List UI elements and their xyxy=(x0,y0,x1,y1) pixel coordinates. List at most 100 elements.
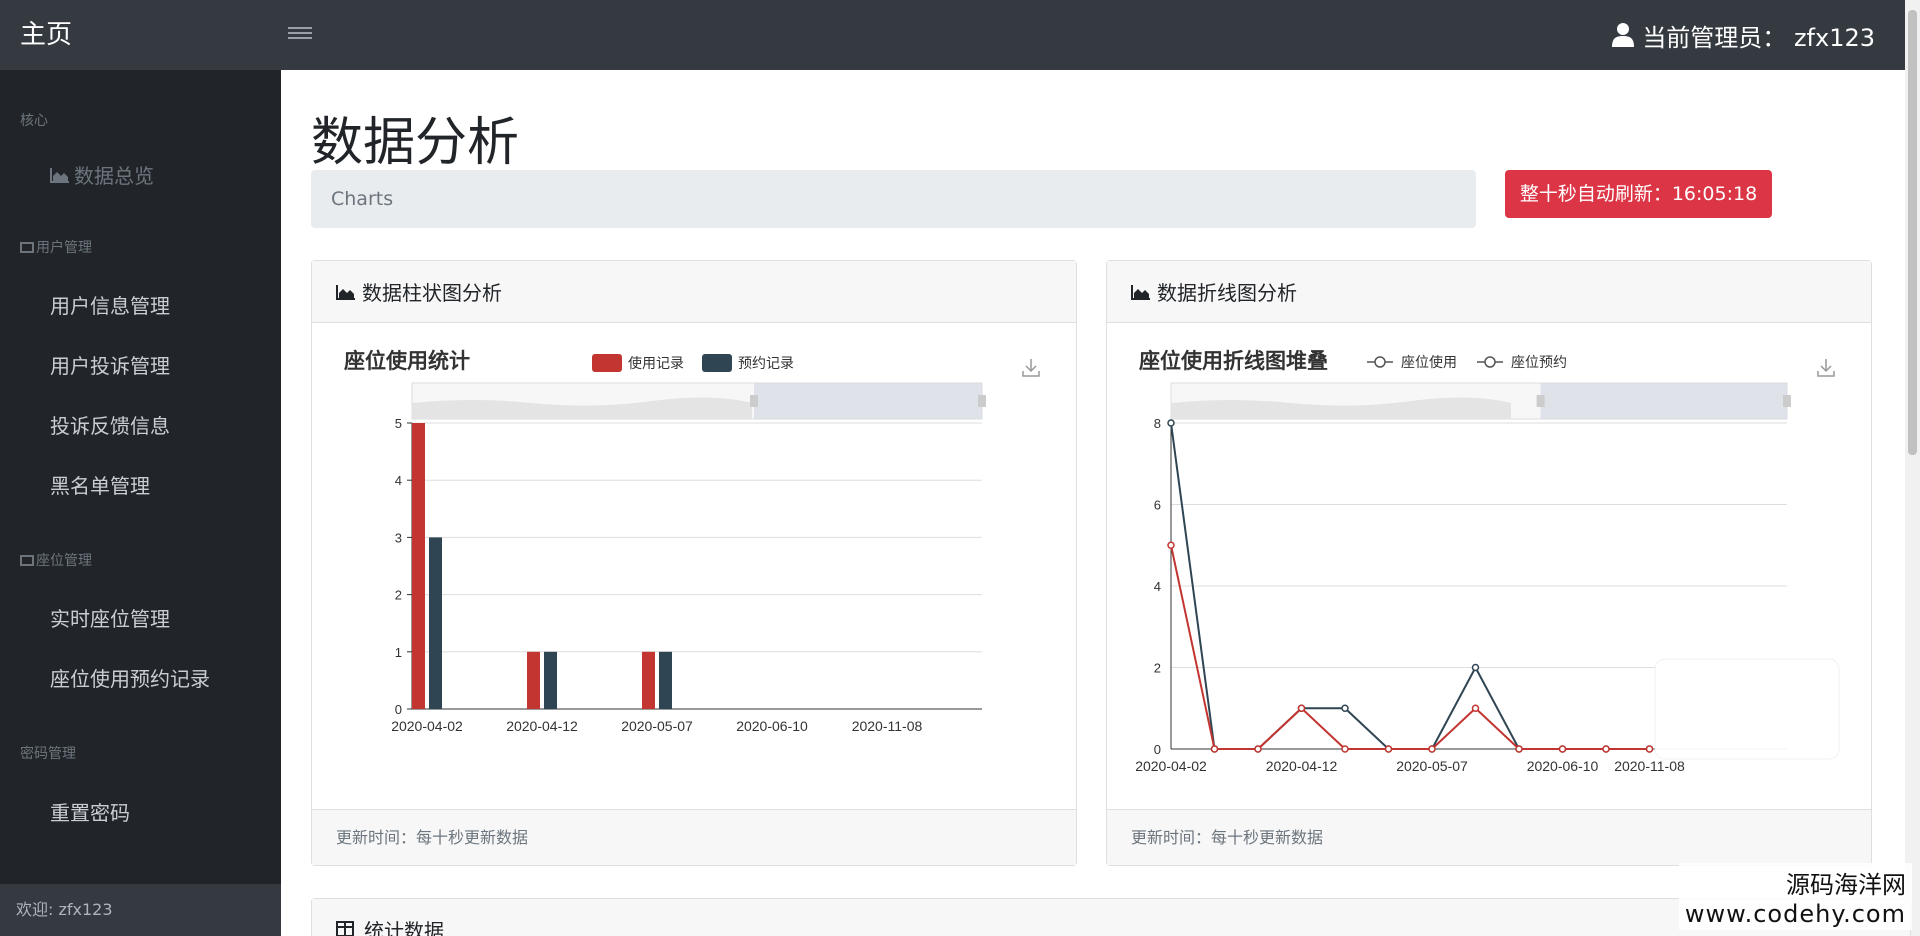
main-content: 数据分析 Charts 整十秒自动刷新：16:05:18 数据柱状图分析 座位使… xyxy=(281,70,1911,936)
card-header: 数据折线图分析 xyxy=(1107,261,1871,323)
sidebar-item-reset-password[interactable]: 重置密码 xyxy=(50,797,130,826)
legend-label: 座位使用 xyxy=(1401,354,1457,370)
columns-icon xyxy=(20,554,34,566)
x-tick-label: 2020-05-07 xyxy=(1396,758,1468,774)
area-chart-icon xyxy=(336,284,355,300)
y-tick-label: 4 xyxy=(395,473,402,488)
zoom-handle xyxy=(1783,395,1791,407)
admin-label: 当前管理员： zfx123 xyxy=(1642,23,1875,52)
data-point xyxy=(1471,704,1480,712)
data-point xyxy=(1167,541,1175,549)
admin-info[interactable]: 当前管理员： zfx123 xyxy=(1612,0,1875,70)
sidebar-heading-core: 核心 xyxy=(20,113,48,129)
zoom-handle xyxy=(1536,395,1545,407)
card-header: 数据柱状图分析 xyxy=(312,261,1076,323)
columns-icon xyxy=(20,241,34,253)
zoom-handle xyxy=(750,395,758,407)
y-tick-label: 5 xyxy=(395,416,402,431)
data-zoom-slider[interactable] xyxy=(411,382,986,420)
sidebar-heading-users: 用户管理 xyxy=(20,237,92,257)
download-icon[interactable] xyxy=(1817,359,1835,377)
data-point xyxy=(1471,663,1480,672)
data-point xyxy=(1210,745,1219,753)
data-point xyxy=(1558,745,1567,753)
data-point xyxy=(1167,419,1175,427)
y-tick-label: 0 xyxy=(1154,742,1161,757)
data-point xyxy=(1515,745,1523,753)
line-chart-card: 数据折线图分析 座位使用折线图堆叠 座位使用 座位预约 0 2 4 6 8 2020-04-02… xyxy=(1106,260,1872,866)
sidebar-footer: 欢迎: zfx123 xyxy=(0,884,281,936)
data-zoom-slider[interactable] xyxy=(1170,382,1791,420)
sidebar-item-user-info[interactable]: 用户信息管理 xyxy=(50,290,170,319)
y-tick-label: 6 xyxy=(1154,498,1161,513)
y-tick-label: 8 xyxy=(1154,416,1161,431)
y-tick-label: 0 xyxy=(395,702,402,717)
data-point xyxy=(1254,745,1262,753)
page-title: 数据分析 xyxy=(311,113,520,173)
sidebar-toggle-button[interactable] xyxy=(288,24,312,46)
zoom-handle xyxy=(978,395,986,407)
breadcrumb: Charts xyxy=(311,170,1476,228)
sidebar-heading-password: 密码管理 xyxy=(20,746,76,762)
x-tick-label: 2020-04-12 xyxy=(506,718,578,734)
sidebar: 核心 数据总览 用户管理 用户信息管理 用户投诉管理 投诉反馈信息 黑名单管理 … xyxy=(0,70,281,936)
data-point xyxy=(1384,745,1393,753)
data-point xyxy=(1341,745,1349,753)
data-point xyxy=(1297,704,1306,712)
x-tick-label: 2020-05-07 xyxy=(621,718,693,734)
sidebar-item-label: 数据总览 xyxy=(74,164,154,188)
x-tick-label: 2020-06-10 xyxy=(736,718,808,734)
y-tick-label: 3 xyxy=(395,530,402,545)
x-tick-label: 2020-04-02 xyxy=(391,718,463,734)
bar-chart-card: 数据柱状图分析 座位使用统计 使用记录 预约记录 0 1 2 3 4 5 2020-04-02 20… xyxy=(311,260,1077,866)
card-footer: 更新时间：每十秒更新数据 xyxy=(1107,809,1871,865)
sidebar-heading-seats: 座位管理 xyxy=(20,550,92,570)
page-scrollbar[interactable] xyxy=(1905,0,1920,936)
chart-title: 座位使用统计 xyxy=(344,349,470,373)
x-tick-label: 2020-11-08 xyxy=(1614,758,1685,774)
y-tick-label: 2 xyxy=(1154,661,1161,676)
data-point xyxy=(1645,745,1654,753)
bar xyxy=(544,651,557,709)
data-point xyxy=(1428,745,1436,753)
auto-refresh-badge: 整十秒自动刷新：16:05:18 xyxy=(1505,170,1772,218)
sidebar-item-complaint-feedback[interactable]: 投诉反馈信息 xyxy=(50,410,170,439)
x-tick-label: 2020-11-08 xyxy=(852,718,923,734)
bar xyxy=(642,651,655,709)
chart-title: 座位使用折线图堆叠 xyxy=(1139,349,1328,373)
brand-home-link[interactable]: 主页 xyxy=(20,0,72,70)
bar xyxy=(659,651,672,709)
legend-swatch xyxy=(702,354,732,372)
x-tick-label: 2020-04-02 xyxy=(1135,758,1207,774)
bar-chart: 座位使用统计 使用记录 预约记录 0 1 2 3 4 5 2020-04-02 2020-04-12… xyxy=(344,349,1040,734)
x-tick-label: 2020-04-12 xyxy=(1266,758,1338,774)
sidebar-item-blacklist[interactable]: 黑名单管理 xyxy=(50,470,150,499)
bar xyxy=(527,651,540,709)
watermark-line2: www.codehy.com xyxy=(1684,900,1906,928)
x-tick-label: 2020-06-10 xyxy=(1527,758,1599,774)
bar xyxy=(412,423,425,709)
stats-card: 统计数据 xyxy=(311,898,1911,936)
user-icon xyxy=(1612,23,1635,47)
card-header: 统计数据 xyxy=(312,899,1910,936)
sidebar-item-user-complaints[interactable]: 用户投诉管理 xyxy=(50,350,170,379)
y-tick-label: 2 xyxy=(395,588,402,603)
table-icon xyxy=(336,921,354,936)
area-chart-icon xyxy=(50,167,69,183)
watermark: 源码海洋网 www.codehy.com xyxy=(1678,863,1912,930)
sidebar-item-realtime-seats[interactable]: 实时座位管理 xyxy=(50,603,170,632)
legend-label: 座位预约 xyxy=(1511,354,1567,370)
y-tick-label: 4 xyxy=(1154,579,1161,594)
download-icon[interactable] xyxy=(1022,359,1040,377)
sidebar-item-seat-reservations[interactable]: 座位使用预约记录 xyxy=(50,663,210,692)
legend-label: 预约记录 xyxy=(738,355,794,371)
card-footer: 更新时间：每十秒更新数据 xyxy=(312,809,1076,865)
y-tick-label: 1 xyxy=(395,645,402,660)
legend-marker xyxy=(1374,356,1386,368)
line-chart: 座位使用折线图堆叠 座位使用 座位预约 0 2 4 6 8 2020-04-02 2020-04-… xyxy=(1135,349,1840,774)
legend-marker xyxy=(1484,356,1496,368)
sidebar-item-overview[interactable]: 数据总览 xyxy=(50,160,154,189)
area-chart-icon xyxy=(1131,284,1150,300)
series-line xyxy=(1170,545,1650,750)
data-point xyxy=(1602,745,1610,753)
